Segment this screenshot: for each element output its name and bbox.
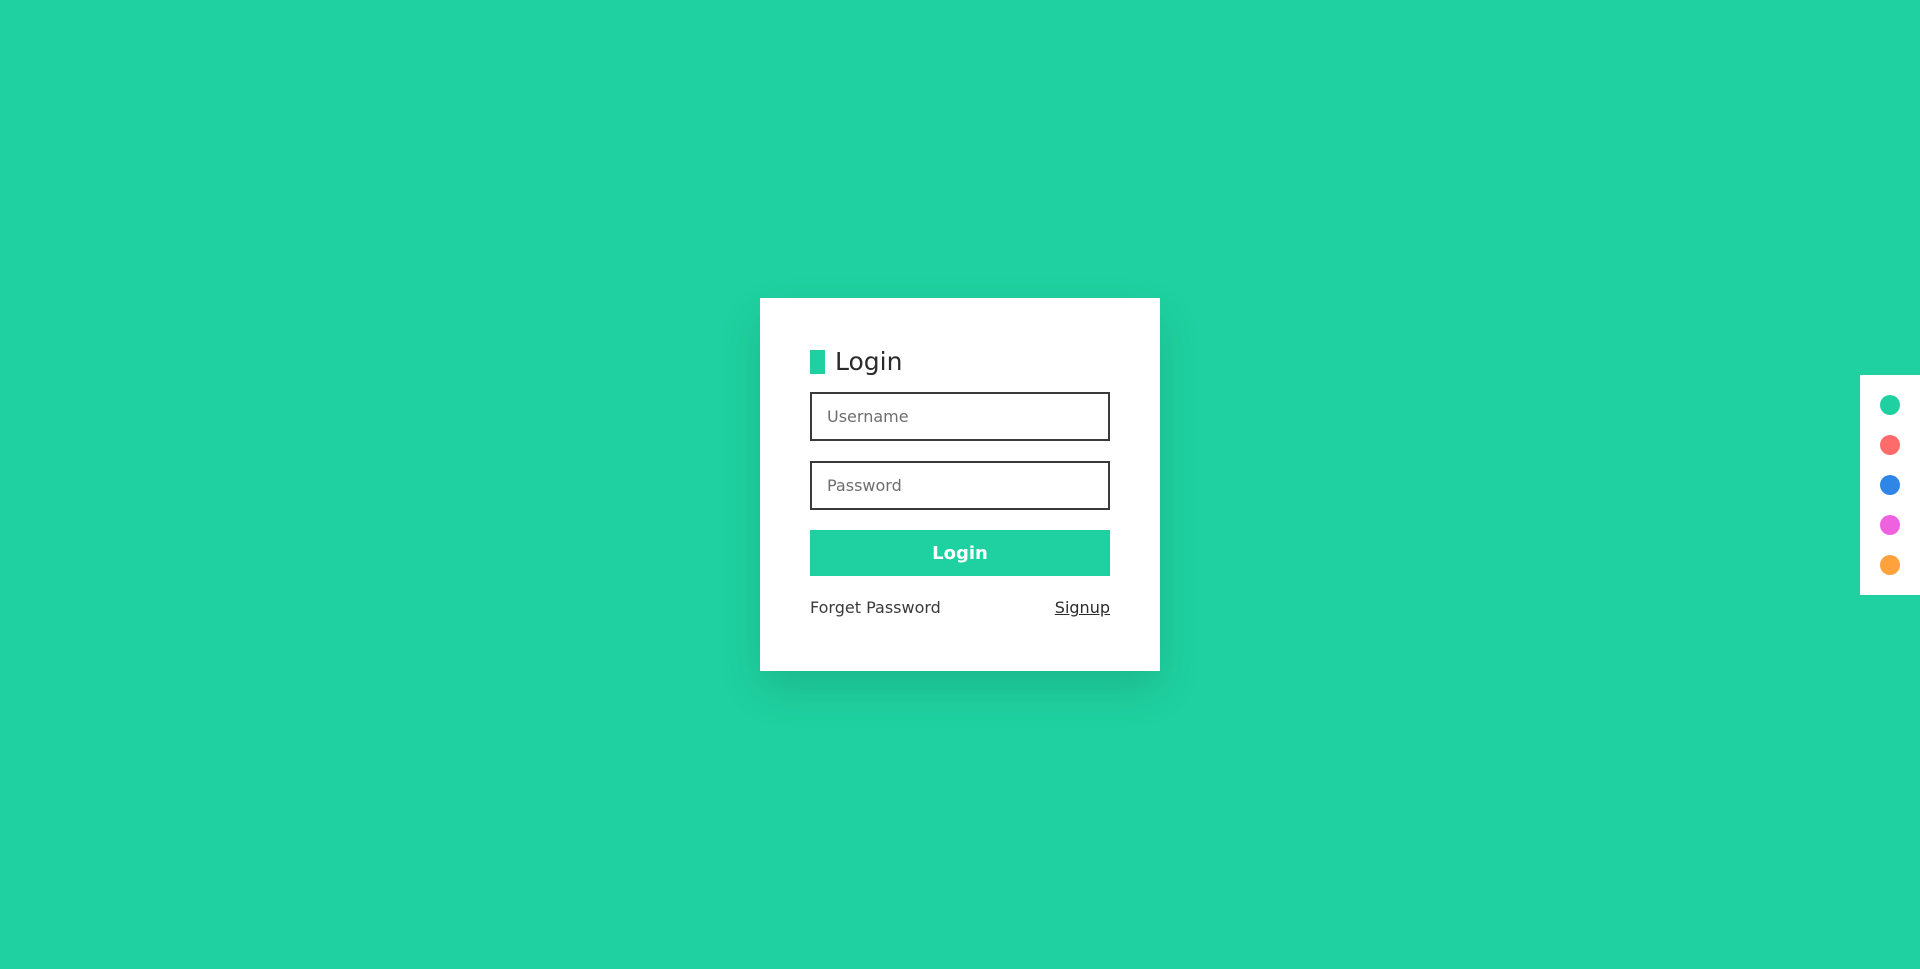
login-footer: Forget Password Signup [810, 598, 1110, 617]
forget-password-link[interactable]: Forget Password [810, 598, 941, 617]
login-title-row: Login [810, 348, 1110, 376]
username-input[interactable] [810, 392, 1110, 441]
title-accent-bar [810, 350, 825, 374]
theme-color-switcher [1860, 375, 1920, 595]
theme-swatch-pink[interactable] [1880, 515, 1900, 535]
login-button[interactable]: Login [810, 530, 1110, 576]
login-card: Login Login Forget Password Signup [760, 298, 1160, 671]
login-title: Login [835, 347, 903, 376]
theme-swatch-green[interactable] [1880, 395, 1900, 415]
page-background: Login Login Forget Password Signup [0, 0, 1920, 969]
password-input[interactable] [810, 461, 1110, 510]
theme-swatch-red[interactable] [1880, 435, 1900, 455]
theme-swatch-orange[interactable] [1880, 555, 1900, 575]
theme-swatch-blue[interactable] [1880, 475, 1900, 495]
signup-link[interactable]: Signup [1055, 598, 1110, 617]
